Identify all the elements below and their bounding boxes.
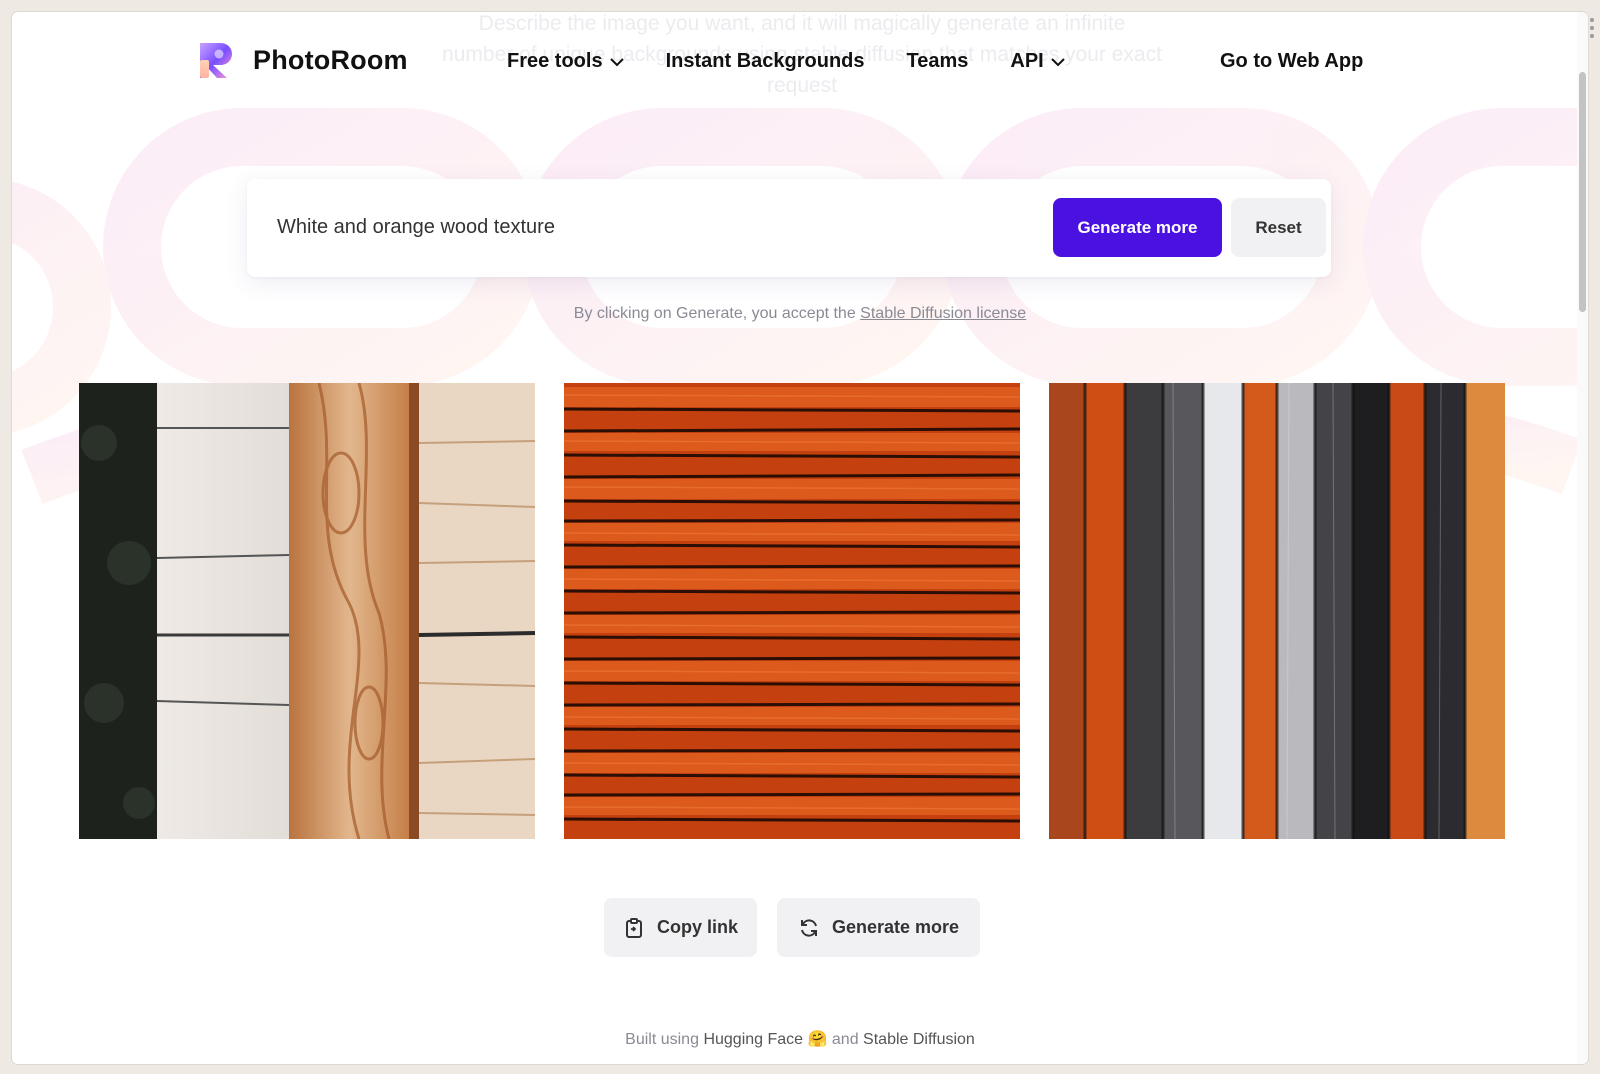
stable-diffusion-license-link[interactable]: Stable Diffusion license — [860, 305, 1026, 322]
ghost-line-3: request — [766, 74, 838, 97]
brand-name: PhotoRoom — [253, 44, 408, 75]
copy-link-button[interactable]: Copy link — [604, 898, 757, 957]
prompt-card: Generate more Reset — [247, 179, 1331, 277]
go-to-web-app-link[interactable]: Go to Web App — [1220, 50, 1363, 73]
nav-api-label: API — [1010, 50, 1044, 72]
nav-instant-backgrounds[interactable]: Instant Backgrounds — [666, 50, 865, 73]
hugging-face-emoji: 🤗 — [807, 1031, 828, 1048]
nav-teams[interactable]: Teams — [907, 50, 969, 73]
result-image-1[interactable] — [79, 383, 535, 839]
generate-more-button[interactable]: Generate more — [1053, 198, 1222, 257]
footer-credits: Built using Hugging Face 🤗 and Stable Di… — [12, 1029, 1588, 1049]
nav-api[interactable]: API — [1010, 50, 1065, 73]
refresh-icon — [800, 918, 817, 937]
copy-link-label: Copy link — [656, 917, 738, 937]
photoroom-logo-icon — [200, 43, 232, 78]
result-image-3[interactable] — [1049, 383, 1505, 839]
stable-diffusion-link[interactable]: Stable Diffusion — [863, 1031, 975, 1048]
result-image-2[interactable] — [564, 383, 1020, 839]
nav-free-tools-label: Free tools — [507, 50, 603, 72]
prompt-input[interactable] — [277, 209, 977, 245]
wood-planks-horizontal-orange-image — [564, 383, 1020, 839]
clipboard-icon — [625, 917, 642, 938]
nav-free-tools[interactable]: Free tools — [507, 50, 624, 73]
footer-prefix: Built using — [625, 1031, 699, 1048]
nav-teams-label: Teams — [906, 50, 969, 72]
license-notice: By clicking on Generate, you accept the … — [12, 305, 1588, 323]
license-prefix: By clicking on Generate, you accept the — [573, 305, 856, 322]
nav-instant-backgrounds-label: Instant Backgrounds — [665, 50, 865, 72]
footer-and: and — [831, 1031, 859, 1048]
wood-planks-vertical-multicolor-image — [1049, 383, 1505, 839]
main-nav: Free tools Instant Backgrounds Teams API — [507, 50, 1065, 73]
generate-more-bottom-label: Generate more — [831, 917, 960, 937]
brand-logo[interactable]: PhotoRoom — [197, 40, 408, 80]
chevron-down-icon — [609, 57, 624, 66]
ghost-line-1: Describe the image you want, and it will… — [478, 12, 1126, 35]
wood-panels-white-orange-image — [79, 383, 535, 839]
browser-window: Describe the image you want, and it will… — [12, 12, 1588, 1064]
reset-button[interactable]: Reset — [1231, 198, 1326, 257]
scrollbar-thumb[interactable] — [1579, 72, 1586, 312]
hugging-face-link[interactable]: Hugging Face — [703, 1031, 803, 1048]
generate-more-bottom-button[interactable]: Generate more — [777, 898, 980, 957]
chevron-down-icon — [1051, 57, 1065, 66]
window-menu-icon[interactable] — [1590, 18, 1596, 42]
